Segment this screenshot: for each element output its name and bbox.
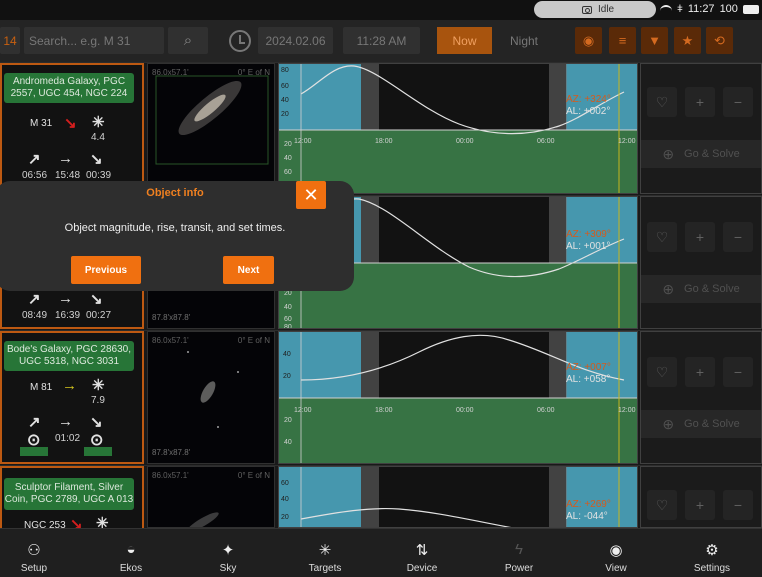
nav-power[interactable]: ϟ Power: [471, 529, 567, 577]
date-field[interactable]: 2024.02.06: [258, 27, 333, 54]
clock-icon[interactable]: [229, 30, 251, 52]
clock-time: 11:27: [687, 3, 715, 15]
device-icon: ⇅: [415, 542, 429, 559]
search-input[interactable]: Search... e.g. M 31: [24, 27, 164, 54]
status-bar: Idle ǂ 11:27 100: [0, 0, 762, 20]
dialog-text: Object magnitude, rise, transit, and set…: [64, 222, 286, 234]
search-icon: ⌕: [183, 32, 193, 49]
filter-icon[interactable]: ▼: [641, 27, 668, 54]
star-icon[interactable]: ★: [674, 27, 701, 54]
ekos-icon: ◒: [126, 541, 136, 558]
status-pill-label: Idle: [598, 4, 615, 15]
nav-view[interactable]: ◉ View: [568, 529, 664, 577]
close-button[interactable]: ✕: [296, 181, 326, 209]
settings-icon: ⚙: [705, 542, 719, 559]
next-button[interactable]: Next: [223, 256, 274, 284]
thermometer-icon: ǂ: [677, 3, 683, 15]
time-field[interactable]: 11:28 AM: [343, 27, 420, 54]
close-icon: ✕: [303, 184, 319, 205]
nav-targets[interactable]: ✳ Targets: [277, 529, 373, 577]
bottom-nav: ⚇ Setup ◒ Ekos ✦ Sky ✳ Targets ⇅ Device ϟ Powe…: [0, 528, 762, 577]
top-toolbar: 14 Search... e.g. M 31 ⌕ 2024.02.06 11:2…: [0, 20, 762, 62]
object-info-dialog: Object info ✕ Object magnitude, rise, tr…: [0, 181, 354, 291]
nav-ekos[interactable]: ◒ Ekos: [83, 529, 179, 577]
status-pill[interactable]: Idle: [534, 1, 656, 18]
nav-settings[interactable]: ⚙ Settings: [664, 529, 760, 577]
now-button[interactable]: Now: [437, 27, 492, 54]
nav-sky[interactable]: ✦ Sky: [180, 529, 276, 577]
night-toggle[interactable]: Night: [500, 27, 548, 54]
wifi-icon: [660, 4, 672, 14]
eye-icon[interactable]: ◉: [575, 27, 602, 54]
power-icon: ϟ: [515, 541, 523, 558]
battery-level: 100: [719, 3, 738, 15]
search-button[interactable]: ⌕: [168, 27, 208, 54]
toolbar-left-partial[interactable]: 14: [0, 27, 20, 54]
app-root: Idle ǂ 11:27 100 14 Search... e.g. M 31 …: [0, 0, 762, 577]
view-icon: ◉: [609, 542, 623, 559]
overlay-dim: [0, 62, 762, 528]
nav-device[interactable]: ⇅ Device: [374, 529, 470, 577]
previous-button[interactable]: Previous: [71, 256, 141, 284]
list-icon[interactable]: ≡: [609, 27, 636, 54]
system-tray: ǂ 11:27 100: [660, 3, 759, 15]
refresh-icon[interactable]: ⟲: [706, 27, 733, 54]
targets-icon: ✳: [318, 542, 332, 559]
setup-icon: ⚇: [27, 542, 41, 559]
nav-setup[interactable]: ⚇ Setup: [0, 529, 82, 577]
battery-icon: [742, 4, 759, 14]
camera-icon: [582, 5, 592, 14]
sky-icon: ✦: [221, 542, 235, 559]
